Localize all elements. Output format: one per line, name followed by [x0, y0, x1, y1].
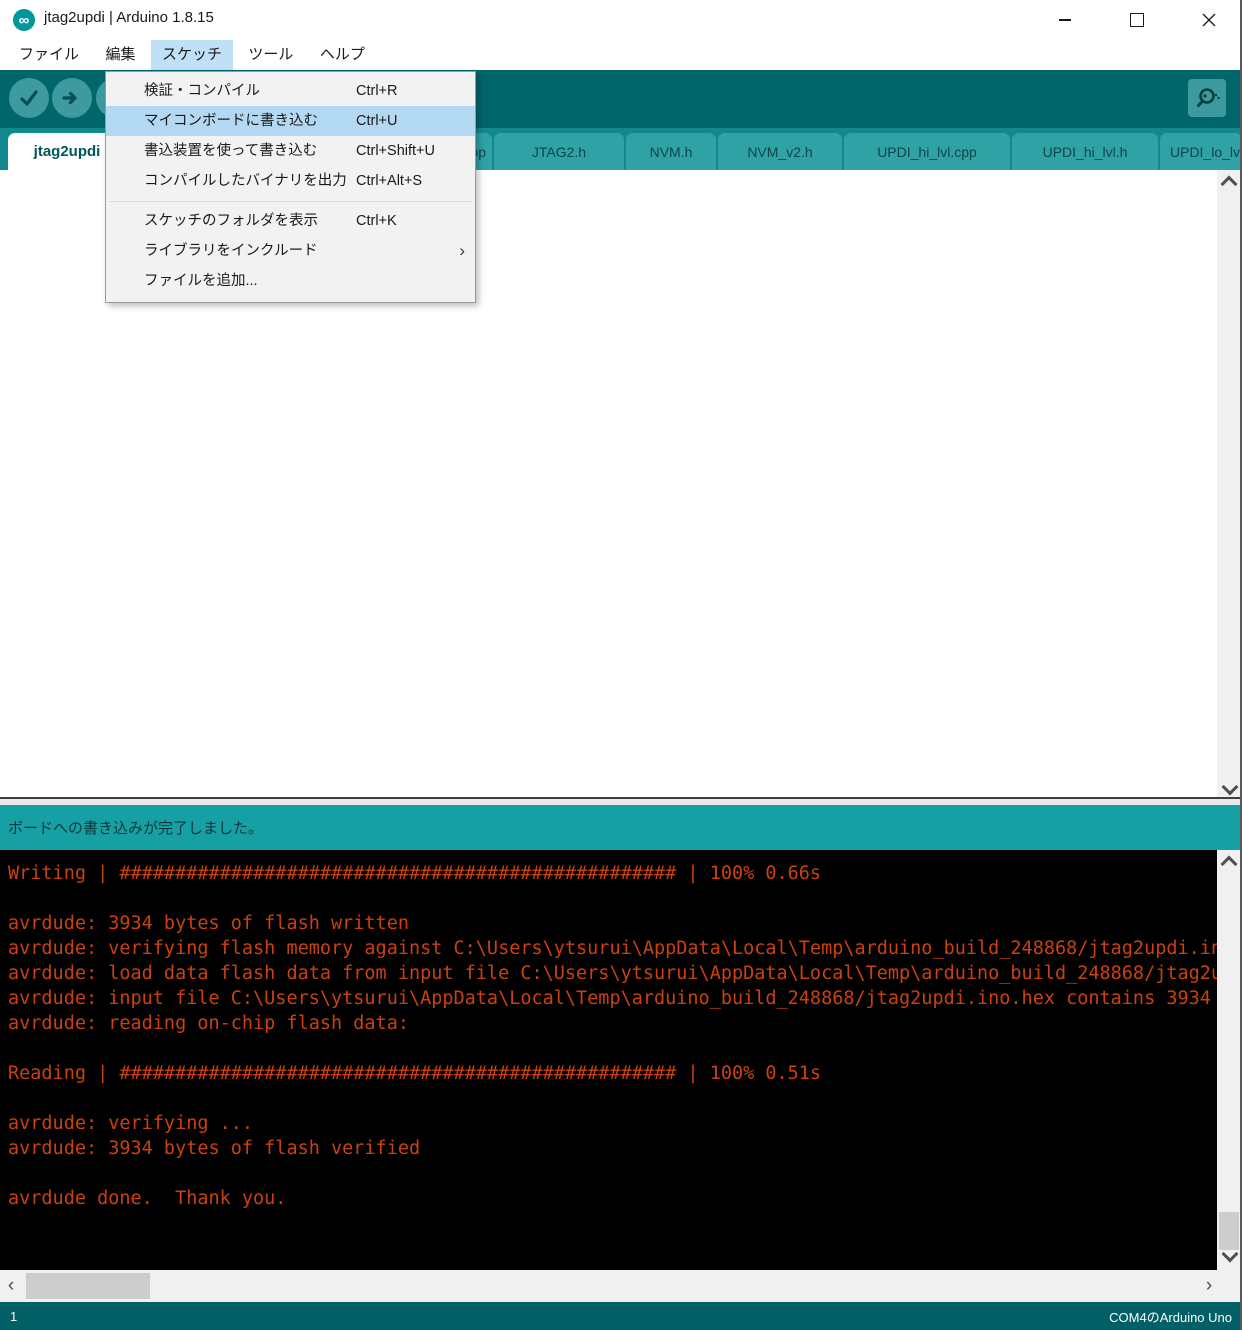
- console-line: Writing | ##############################…: [8, 861, 1242, 886]
- sketch-menu: 検証・コンパイル Ctrl+R マイコンボードに書き込む Ctrl+U 書込装置…: [105, 71, 476, 303]
- console-line: [8, 1086, 1242, 1111]
- console-line: avrdude done. Thank you.: [8, 1186, 1242, 1211]
- menubar: ファイル 編集 スケッチ ツール ヘルプ: [0, 40, 1242, 70]
- arrow-right-icon: [61, 87, 83, 109]
- maximize-button[interactable]: [1114, 0, 1160, 40]
- scroll-up-icon[interactable]: [1221, 856, 1238, 873]
- console-scrollbar[interactable]: [1217, 850, 1241, 1270]
- titlebar: ∞ jtag2updi | Arduino 1.8.15: [0, 0, 1242, 40]
- tab-updi-hi-lvl-cpp[interactable]: UPDI_hi_lvl.cpp: [844, 133, 1010, 170]
- scroll-down-icon[interactable]: [1222, 779, 1239, 796]
- verify-button[interactable]: [9, 78, 49, 118]
- scroll-left-icon[interactable]: ‹: [0, 1270, 22, 1302]
- horizontal-scrollbar[interactable]: ‹ ›: [0, 1270, 1242, 1302]
- console-output[interactable]: Writing | ##############################…: [0, 850, 1242, 1270]
- console-line: avrdude: 3934 bytes of flash verified: [8, 1136, 1242, 1161]
- console-line: avrdude: input file C:\Users\ytsurui\App…: [8, 986, 1242, 1011]
- scroll-up-icon[interactable]: [1221, 176, 1238, 193]
- menu-edit[interactable]: 編集: [94, 40, 146, 70]
- line-number: 1: [10, 1309, 17, 1324]
- check-icon: [18, 87, 40, 109]
- editor-scrollbar[interactable]: [1217, 170, 1241, 803]
- tab-updi-hi-lvl-h[interactable]: UPDI_hi_lvl.h: [1012, 133, 1158, 170]
- close-icon: [1202, 13, 1216, 27]
- maximize-icon: [1130, 13, 1144, 27]
- console-line: [8, 1161, 1242, 1186]
- tab-nvm-h[interactable]: NVM.h: [626, 133, 716, 170]
- menu-item-include-library[interactable]: ライブラリをインクルード ›: [106, 236, 475, 266]
- bottom-status-bar: 1 COM4のArduino Uno: [0, 1302, 1242, 1330]
- scrollbar-thumb[interactable]: [1219, 1212, 1239, 1250]
- console-line: avrdude: reading on-chip flash data:: [8, 1011, 1242, 1036]
- arduino-logo-icon: ∞: [13, 9, 35, 31]
- menu-item-verify-compile[interactable]: 検証・コンパイル Ctrl+R: [106, 76, 475, 106]
- magnifier-icon: [1193, 84, 1221, 112]
- close-button[interactable]: [1186, 0, 1232, 40]
- shortcut: Ctrl+Shift+U: [356, 136, 435, 166]
- console-line: Reading | ##############################…: [8, 1061, 1242, 1086]
- upload-button[interactable]: [52, 78, 92, 118]
- serial-monitor-button[interactable]: [1188, 79, 1226, 117]
- menu-file[interactable]: ファイル: [8, 40, 90, 70]
- menu-sketch[interactable]: スケッチ: [151, 40, 233, 70]
- shortcut: Ctrl+K: [356, 206, 397, 236]
- console-line: [8, 1036, 1242, 1061]
- tab-jtag2-h[interactable]: JTAG2.h: [494, 133, 624, 170]
- submenu-arrow-icon: ›: [459, 236, 465, 266]
- shortcut: Ctrl+R: [356, 76, 398, 106]
- menu-item-add-file[interactable]: ファイルを追加...: [106, 266, 475, 296]
- minimize-icon: [1059, 19, 1071, 21]
- console-line: avrdude: load data flash data from input…: [8, 961, 1242, 986]
- window-title: jtag2updi | Arduino 1.8.15: [44, 9, 214, 26]
- shortcut: Ctrl+Alt+S: [356, 166, 422, 196]
- tab-updi-lo-lvl-cpp[interactable]: UPDI_lo_lvl.cpp: [1160, 133, 1242, 170]
- console-line: avrdude: 3934 bytes of flash written: [8, 911, 1242, 936]
- shortcut: Ctrl+U: [356, 106, 398, 136]
- tab-nvm-v2-h[interactable]: NVM_v2.h: [718, 133, 842, 170]
- minimize-button[interactable]: [1042, 0, 1088, 40]
- menu-item-upload-using-programmer[interactable]: 書込装置を使って書き込む Ctrl+Shift+U: [106, 136, 475, 166]
- menu-item-export-binary[interactable]: コンパイルしたバイナリを出力 Ctrl+Alt+S: [106, 166, 475, 196]
- scrollbar-thumb[interactable]: [26, 1273, 150, 1299]
- menu-item-show-sketch-folder[interactable]: スケッチのフォルダを表示 Ctrl+K: [106, 206, 475, 236]
- menu-help[interactable]: ヘルプ: [309, 40, 376, 70]
- console-line: avrdude: verifying flash memory against …: [8, 936, 1242, 961]
- status-message: ボードへの書き込みが完了しました。: [8, 817, 263, 838]
- board-port-info: COM4のArduino Uno: [1109, 1307, 1232, 1326]
- console-line: [8, 886, 1242, 911]
- menu-tools[interactable]: ツール: [237, 40, 304, 70]
- menu-separator: [109, 201, 472, 202]
- status-bar: ボードへの書き込みが完了しました。: [0, 805, 1242, 850]
- scroll-right-icon[interactable]: ›: [1198, 1270, 1220, 1302]
- menu-item-upload[interactable]: マイコンボードに書き込む Ctrl+U: [106, 106, 475, 136]
- console-line: avrdude: verifying ...: [8, 1111, 1242, 1136]
